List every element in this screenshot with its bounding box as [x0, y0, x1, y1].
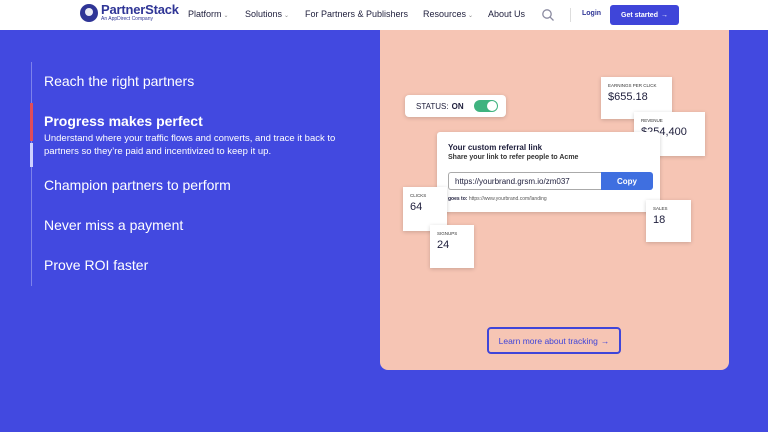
logo-subtitle: An AppDirect Company: [101, 16, 153, 22]
referral-title: Your custom referral link: [448, 143, 543, 152]
sales-widget: Sales 18: [646, 200, 691, 242]
progress-marker: [30, 143, 33, 167]
logo-mark-icon: [80, 3, 98, 22]
nav-divider: [570, 8, 571, 22]
arrow-right-icon: →: [600, 335, 610, 346]
chevron-down-icon: ⌄: [468, 13, 474, 19]
feature-description: Understand where your traffic flows and …: [44, 133, 336, 157]
feature-reach-right-partners[interactable]: Reach the right partners: [44, 73, 194, 89]
learn-more-tracking-button[interactable]: Learn more about tracking →: [487, 327, 621, 354]
referral-link-input[interactable]: https://yourbrand.grsm.io/zm037: [448, 172, 601, 190]
nav-item-solutions[interactable]: Solutions ⌄: [245, 9, 289, 19]
referral-link-widget: Your custom referral link Share your lin…: [437, 132, 660, 212]
signups-widget: Signups 24: [430, 225, 474, 268]
get-started-button[interactable]: Get started →: [610, 5, 679, 25]
feature-prove-roi[interactable]: Prove ROI faster: [44, 257, 148, 273]
feature-progress-makes-perfect[interactable]: Progress makes perfect: [44, 113, 203, 129]
nav-item-partners-publishers[interactable]: For Partners & Publishers: [305, 9, 408, 19]
login-link[interactable]: Login: [582, 10, 601, 17]
status-widget: STATUS: ON: [405, 95, 506, 117]
status-value: ON: [451, 101, 464, 111]
feature-never-miss-payment[interactable]: Never miss a payment: [44, 217, 183, 233]
search-icon[interactable]: [541, 8, 555, 22]
feature-champion-partners[interactable]: Champion partners to perform: [44, 177, 231, 193]
chevron-down-icon: ⌄: [223, 13, 229, 19]
status-label: STATUS:: [416, 101, 449, 111]
partnerstack-logo[interactable]: PartnerStack An AppDirect Company: [80, 3, 179, 22]
copy-button[interactable]: Copy: [601, 172, 653, 190]
nav-item-resources[interactable]: Resources ⌄: [423, 9, 473, 19]
referral-destination: goes to: https://www.yourbrand.com/landi…: [448, 196, 547, 202]
logo-name: PartnerStack: [101, 2, 179, 17]
nav-item-about-us[interactable]: About Us: [488, 9, 525, 19]
referral-subtitle: Share your link to refer people to Acme: [448, 154, 579, 161]
arrow-right-icon: →: [660, 11, 668, 19]
status-toggle[interactable]: [474, 100, 498, 112]
top-navigation: PartnerStack An AppDirect Company Platfo…: [0, 0, 768, 30]
active-item-marker: [30, 103, 33, 141]
nav-item-platform[interactable]: Platform ⌄: [188, 9, 229, 19]
feature-list-track: [31, 62, 32, 286]
chevron-down-icon: ⌄: [284, 13, 290, 19]
